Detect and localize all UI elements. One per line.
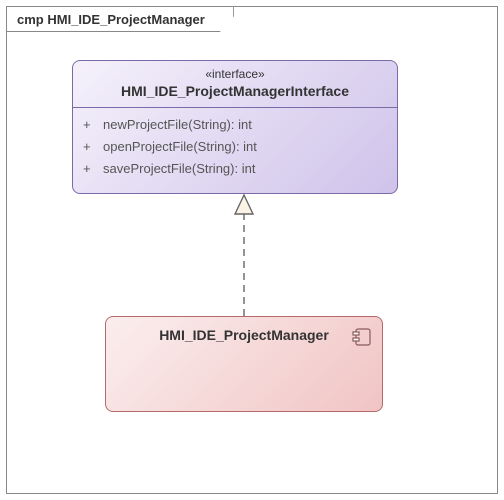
package-frame-tab: cmp HMI_IDE_ProjectManager [6, 6, 234, 32]
component-icon [352, 327, 372, 347]
frame-kind-label: cmp [17, 12, 44, 27]
component-classifier[interactable]: HMI_IDE_ProjectManager [105, 316, 383, 412]
operation-row: + newProjectFile(String): int [83, 114, 387, 136]
interface-classifier[interactable]: «interface» HMI_IDE_ProjectManagerInterf… [72, 60, 398, 194]
frame-title: HMI_IDE_ProjectManager [47, 12, 205, 27]
operation-signature: newProjectFile(String): int [103, 114, 252, 136]
operation-visibility: + [83, 136, 93, 158]
interface-name: HMI_IDE_ProjectManagerInterface [83, 83, 387, 99]
operation-visibility: + [83, 114, 93, 136]
operation-row: + saveProjectFile(String): int [83, 158, 387, 180]
diagram-canvas: cmp HMI_IDE_ProjectManager «interface» H… [0, 0, 504, 500]
frame-top-border [234, 6, 498, 7]
operation-row: + openProjectFile(String): int [83, 136, 387, 158]
operation-visibility: + [83, 158, 93, 180]
interface-stereotype: «interface» [83, 67, 387, 81]
operation-signature: openProjectFile(String): int [103, 136, 257, 158]
interface-operations: + newProjectFile(String): int + openProj… [73, 108, 397, 188]
interface-header: «interface» HMI_IDE_ProjectManagerInterf… [73, 61, 397, 108]
component-name: HMI_IDE_ProjectManager [106, 317, 382, 343]
operation-signature: saveProjectFile(String): int [103, 158, 255, 180]
